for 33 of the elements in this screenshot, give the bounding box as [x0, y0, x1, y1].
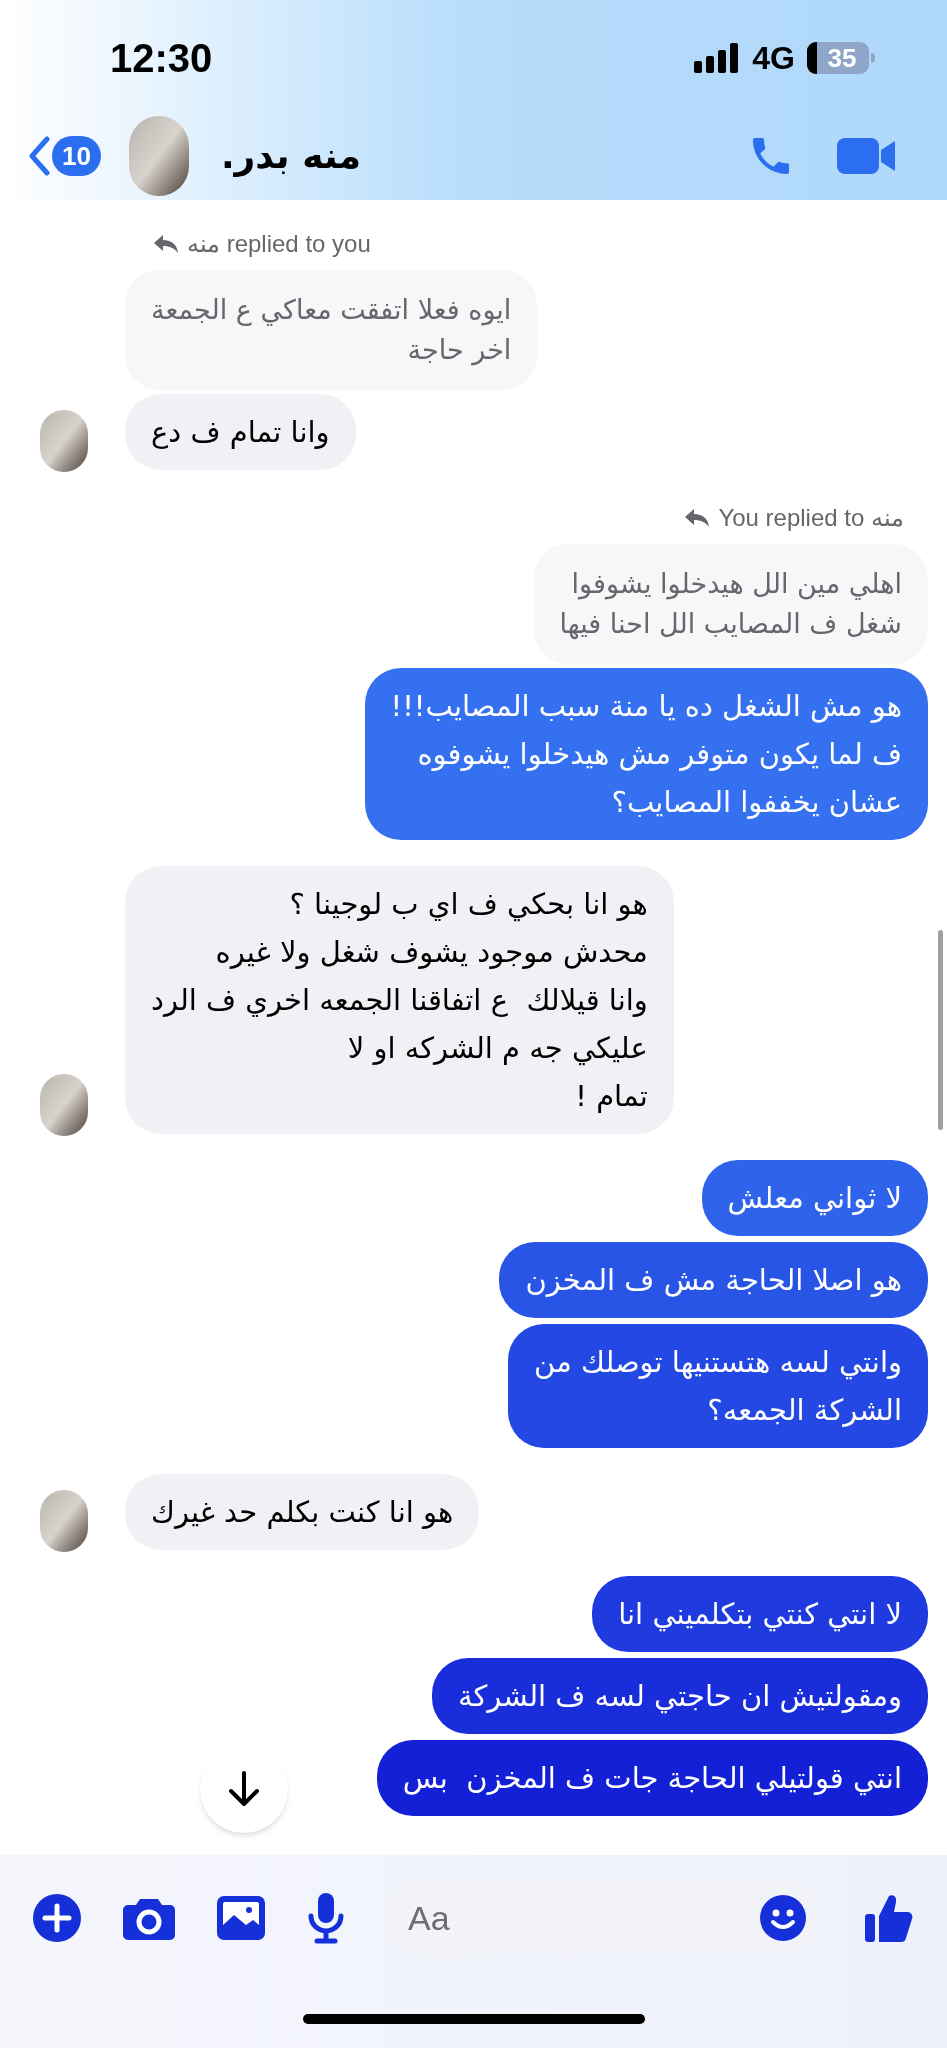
- avatar[interactable]: [40, 1074, 88, 1136]
- sent-message[interactable]: هو مش الشغل ده يا منة سبب المصايب!!! ف لما يكون متوفر مش هيدخلوا يشوفوه عشان يخففوا المصايب؟: [364, 668, 928, 840]
- image-icon[interactable]: [216, 1895, 266, 1941]
- message-input[interactable]: Aa: [386, 1881, 825, 1955]
- signal-icon: [694, 43, 741, 73]
- reply-icon: [153, 234, 179, 254]
- reply-label: منه replied to you: [187, 229, 371, 259]
- plus-icon[interactable]: [32, 1893, 82, 1943]
- scrollbar[interactable]: [938, 930, 943, 1130]
- thumbs-up-icon[interactable]: [865, 1892, 915, 1944]
- reply-icon: [684, 508, 711, 528]
- arrow-down-icon: [226, 1769, 262, 1809]
- quoted-message[interactable]: اهلي مين الل هيدخلوا يشوفوا شغل ف المصايب الل احنا فيها: [533, 544, 928, 664]
- reply-label: You replied to منه: [718, 503, 904, 533]
- sent-message[interactable]: لا انتي كنتي بتكلميني انا: [592, 1576, 928, 1652]
- contact-name[interactable]: منه بدر.: [220, 129, 361, 183]
- avatar[interactable]: [40, 410, 88, 472]
- chevron-left-icon: [28, 136, 50, 176]
- emoji-icon[interactable]: [759, 1894, 807, 1942]
- sent-message[interactable]: لا ثواني معلش: [701, 1160, 928, 1236]
- received-message[interactable]: وانا تمام ف دع: [125, 394, 356, 470]
- network-label: 4G: [752, 39, 795, 78]
- received-message[interactable]: هو انا كنت بكلم حد غيرك: [125, 1474, 480, 1550]
- sent-message[interactable]: ومقولتيش ان حاجتي لسه ف الشركة: [432, 1658, 928, 1734]
- sent-message[interactable]: هو اصلا الحاجة مش ف المخزن: [499, 1242, 928, 1318]
- received-message[interactable]: هو انا بحكي ف اي ب لوجينا ؟ محدش موجود يشوف شغل ولا غيره وانا قيلالك ع اتفاقنا الجمعه اخري ف الرد عليكي جه م الشركه او لا تمام !: [125, 866, 674, 1134]
- microphone-icon[interactable]: [306, 1892, 346, 1944]
- quoted-message[interactable]: ايوه فعلا اتفقت معاكي ع الجمعة اخر حاجة: [125, 270, 538, 390]
- video-camera-icon[interactable]: [837, 136, 897, 176]
- sent-message[interactable]: انتي قولتيلي الحاجة جات ف المخزن بس: [376, 1740, 928, 1816]
- clock-time: 12:30: [110, 35, 213, 82]
- sent-message[interactable]: وانتي لسه هتستنيها توصلك من الشركة الجمعه؟: [508, 1324, 928, 1448]
- avatar[interactable]: [40, 1490, 88, 1552]
